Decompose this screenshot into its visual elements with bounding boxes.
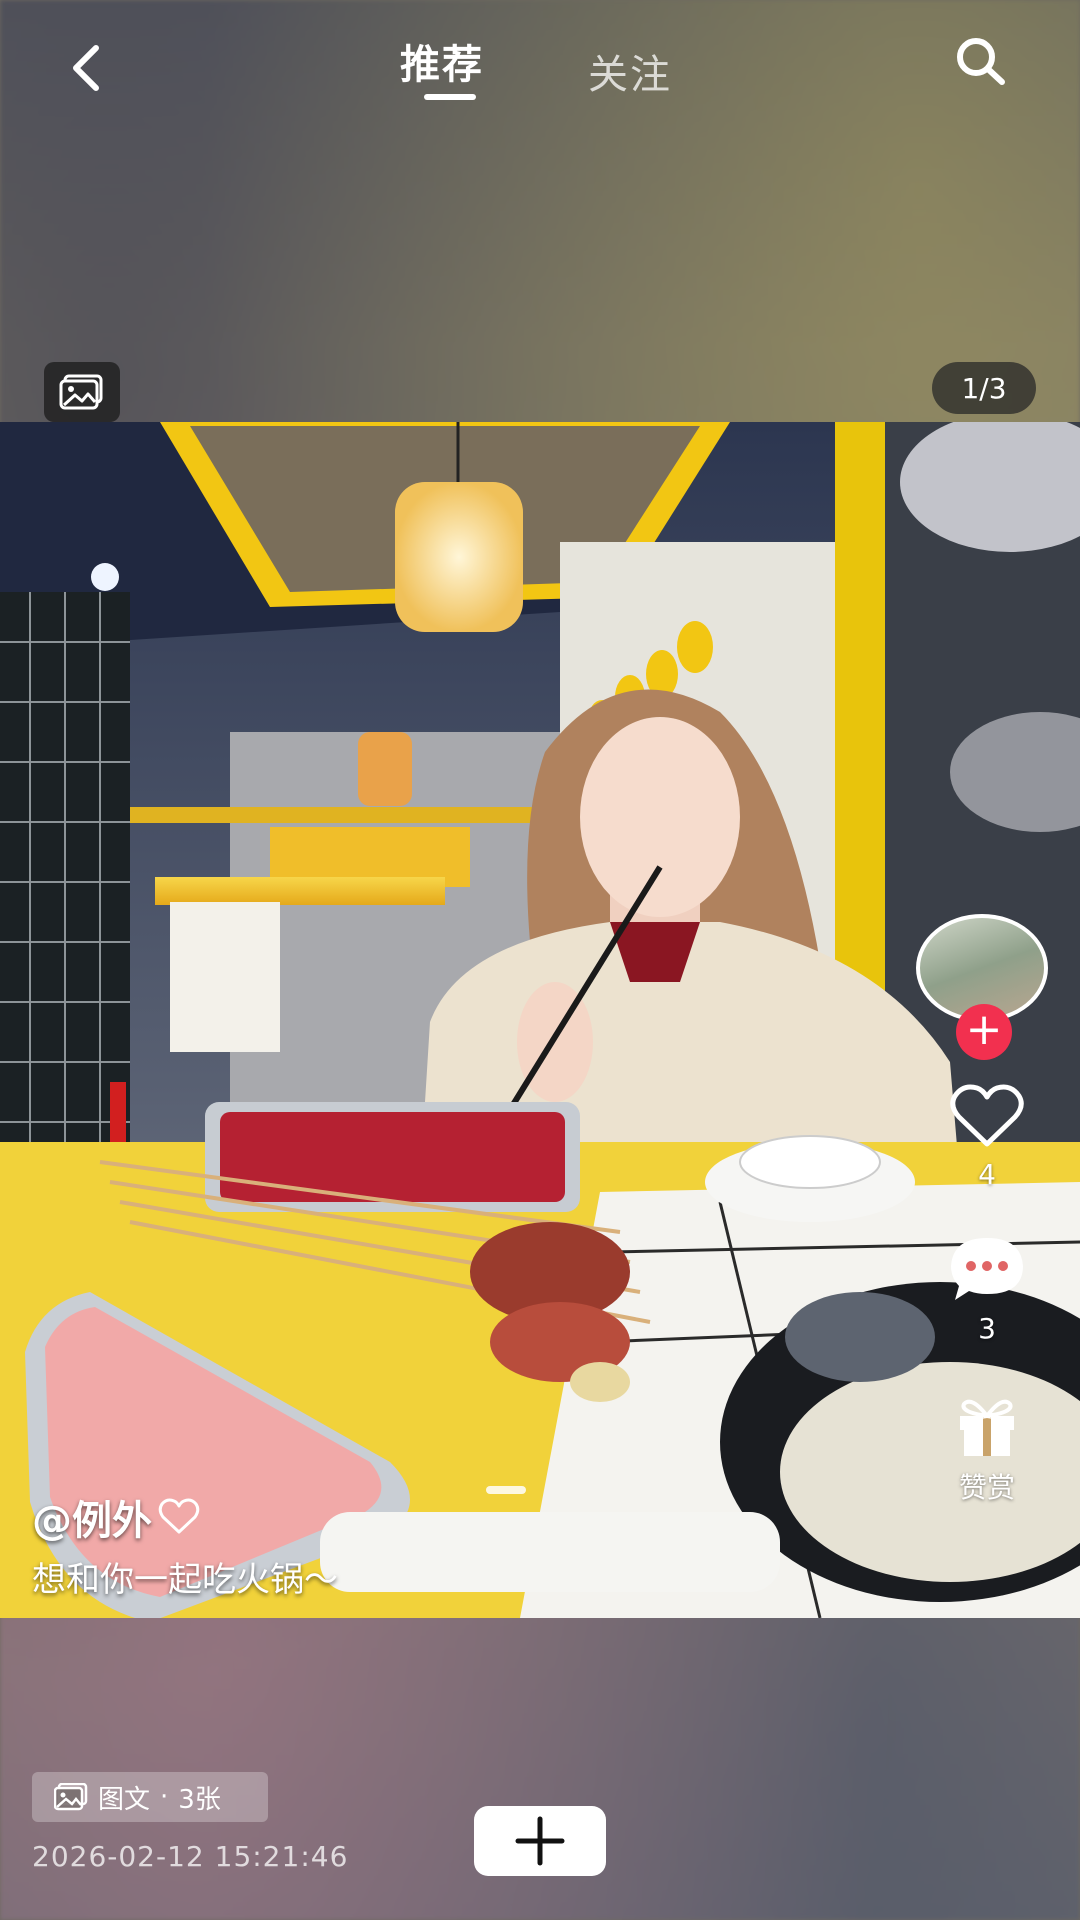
page-counter: 1/3	[932, 362, 1036, 414]
gallery-icon	[59, 374, 103, 410]
plus-icon: +	[965, 1004, 1003, 1055]
create-button[interactable]	[474, 1806, 606, 1876]
post-type-label: 图文	[98, 1784, 151, 1815]
slide-indicator	[486, 1486, 526, 1494]
tab-recommend[interactable]: 推荐	[400, 32, 484, 90]
author-name[interactable]: @例外	[32, 1488, 200, 1546]
like-button[interactable]: 4	[912, 1084, 1062, 1191]
image-count: 3张	[178, 1784, 221, 1815]
back-icon	[73, 45, 99, 91]
reward-label: 赞赏	[958, 1471, 1015, 1504]
heart-icon	[950, 1084, 1024, 1147]
active-tab-indicator	[424, 94, 476, 100]
post-description: 想和你一起吃火锅～	[32, 1560, 338, 1600]
image-post-badge	[44, 362, 120, 422]
gallery-icon	[54, 1783, 88, 1811]
author-name-text: @例外	[32, 1498, 152, 1544]
search-button[interactable]	[950, 32, 1010, 92]
back-button[interactable]	[58, 38, 118, 98]
comment-count: 3	[978, 1312, 996, 1345]
comment-icon	[951, 1238, 1023, 1300]
post-type-chip: 图文 · 3张	[32, 1772, 268, 1822]
separator-dot: ·	[160, 1782, 169, 1812]
small-heart-icon	[158, 1498, 200, 1534]
gift-icon	[960, 1399, 1014, 1456]
follow-button[interactable]: +	[956, 1004, 1012, 1060]
top-bar: 推荐 关注	[0, 0, 1080, 130]
search-icon	[957, 38, 1005, 85]
like-count: 4	[978, 1158, 996, 1191]
reward-button[interactable]: 赞赏	[912, 1394, 1062, 1506]
plus-icon	[515, 1816, 565, 1866]
comment-button[interactable]: 3	[912, 1234, 1062, 1345]
tab-following[interactable]: 关注	[588, 42, 672, 100]
post-timestamp: 2026-02-12 15:21:46	[32, 1840, 349, 1873]
